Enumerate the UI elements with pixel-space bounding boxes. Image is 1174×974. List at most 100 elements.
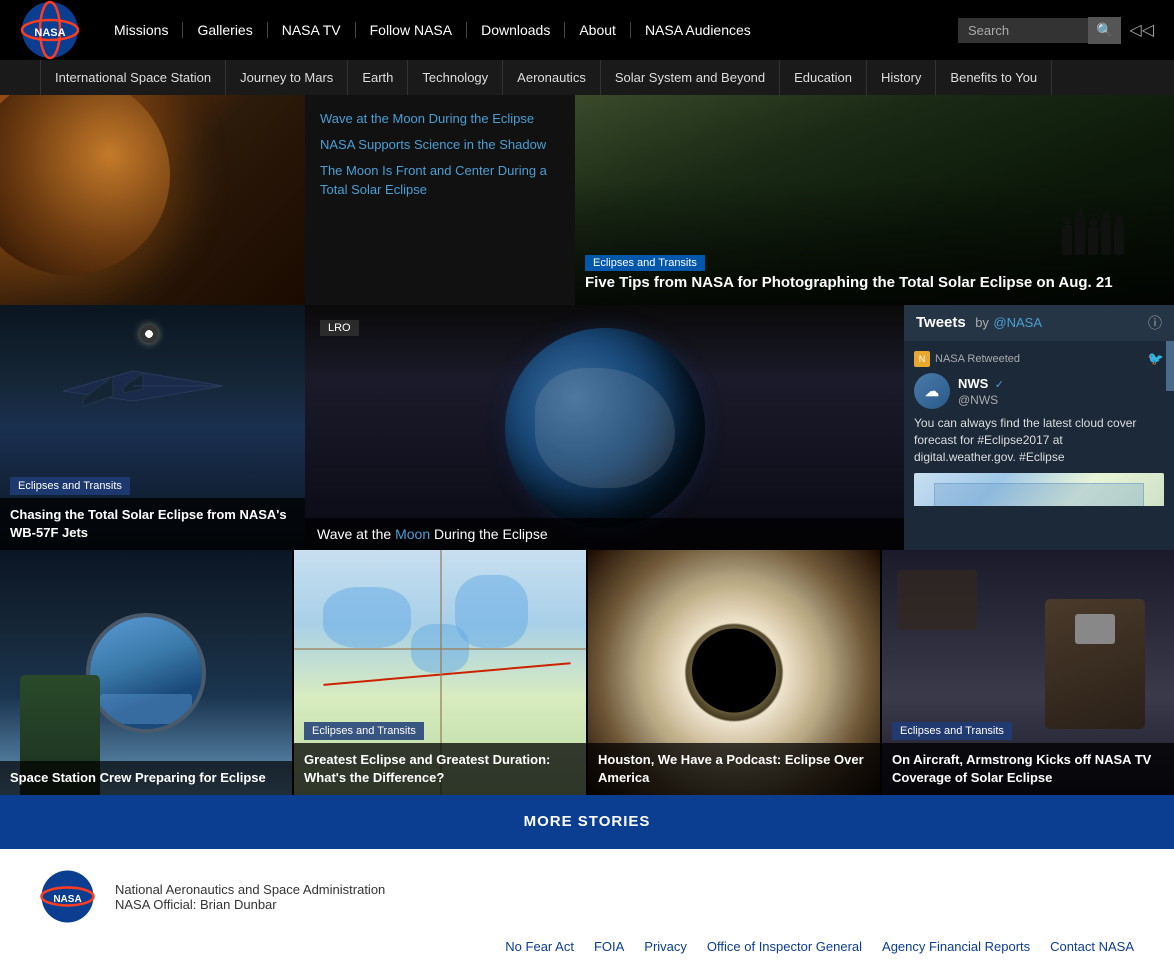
tweets-info-icon: ⓘ [1148,313,1162,333]
card4-title: On Aircraft, Armstrong Kicks off NASA TV… [882,743,1174,795]
map-lake1 [323,587,411,648]
sub-nav: International Space Station Journey to M… [0,60,1174,95]
tweet-text: You can always find the latest cloud cov… [914,415,1164,465]
iss-image [0,550,292,795]
subnav-iss[interactable]: International Space Station [40,60,226,95]
nav-galleries[interactable]: Galleries [183,22,267,38]
subnav-history[interactable]: History [867,60,936,95]
earth-globe [505,328,705,528]
person-aircraft [1045,599,1145,729]
feature-title: Five Tips from NASA for Photographing th… [575,273,1174,301]
nasa-logo[interactable]: NASA [20,0,80,60]
verified-icon: ✓ [995,379,1004,391]
tweets-container: Tweets by @NASA ⓘ N NASA Retweeted 🐦 [904,305,1174,550]
main-content: Wave at the Moon During the Eclipse NASA… [0,95,1174,795]
footer-links: No Fear Act FOIA Privacy Office of Inspe… [40,939,1134,954]
feature-image: Eclipses and Transits Five Tips from NAS… [575,95,1174,305]
nasa-retweet-icon: N [914,351,930,367]
bottom-card-corona[interactable]: Houston, We Have a Podcast: Eclipse Over… [588,550,882,795]
footer-link-fear-act[interactable]: No Fear Act [505,939,574,954]
retweet-label: N NASA Retweeted 🐦 [914,351,1164,367]
tweets-by: by [975,315,989,330]
subnav-solar-system[interactable]: Solar System and Beyond [601,60,780,95]
subnav-benefits[interactable]: Benefits to You [936,60,1052,95]
top-right-feature[interactable]: Eclipses and Transits Five Tips from NAS… [575,95,1174,305]
book-shape [897,570,977,630]
eclipse-plane-card[interactable]: Eclipses and Transits Chasing the Total … [0,305,305,550]
card3-title: Houston, We Have a Podcast: Eclipse Over… [588,743,880,795]
search-input[interactable] [958,18,1088,43]
subnav-technology[interactable]: Technology [408,60,503,95]
avatar-initials: ☁ [925,383,939,400]
footer: NASA National Aeronautics and Space Admi… [0,849,1174,974]
nasa-official: NASA Official: Brian Dunbar [115,897,385,912]
wave-title-pre: Wave at the [317,526,395,542]
search-button[interactable]: 🔍 [1088,17,1121,44]
footer-link-foia[interactable]: FOIA [594,939,624,954]
nav-missions[interactable]: Missions [100,22,183,38]
subnav-aeronautics[interactable]: Aeronautics [503,60,601,95]
search-area: 🔍 ◁◁ [958,17,1154,44]
main-nav: Missions Galleries NASA TV Follow NASA D… [100,22,958,38]
lro-badge: LRO [320,320,359,336]
device-shape [1075,614,1115,644]
footer-top: NASA National Aeronautics and Space Admi… [40,869,1134,924]
tweet-user-handle: @NWS [958,393,1004,407]
more-stories-link[interactable]: MORE STORIES [524,813,651,830]
tweet-user: ☁ NWS ✓ @NWS [914,373,1164,409]
nav-about[interactable]: About [565,22,631,38]
twitter-bird-icon: 🐦 [1148,351,1164,367]
tweet-content-area: N NASA Retweeted 🐦 ☁ NWS ✓ [904,341,1174,506]
iss-window [86,613,206,733]
article-link-3[interactable]: The Moon Is Front and Center During a To… [320,162,560,198]
footer-link-contact[interactable]: Contact NASA [1050,939,1134,954]
nav-follow-nasa[interactable]: Follow NASA [356,22,467,38]
bottom-card-iss[interactable]: Space Station Crew Preparing for Eclipse [0,550,294,795]
tweet-map-image [914,473,1164,506]
tweets-header: Tweets by @NASA ⓘ [904,305,1174,341]
footer-link-financial[interactable]: Agency Financial Reports [882,939,1030,954]
top-row: Wave at the Moon During the Eclipse NASA… [0,95,1174,305]
footer-link-inspector[interactable]: Office of Inspector General [707,939,862,954]
card4-badge: Eclipses and Transits [892,722,1012,740]
tweets-title: Tweets [916,314,966,331]
share-button[interactable]: ◁◁ [1129,20,1154,40]
top-left-image [0,95,305,305]
footer-link-privacy[interactable]: Privacy [644,939,687,954]
bottom-card-map[interactable]: Eclipses and Transits Greatest Eclipse a… [294,550,588,795]
subnav-earth[interactable]: Earth [348,60,408,95]
earth-card[interactable]: LRO Wave at the Moon During the Eclipse [305,305,904,550]
card-badge-mid-left: Eclipses and Transits [10,477,130,495]
tweet-scroll-area: N NASA Retweeted 🐦 ☁ NWS ✓ [904,341,1174,546]
wave-title-link[interactable]: Moon [395,526,430,542]
tweets-handle[interactable]: @NASA [993,315,1042,330]
feature-badge: Eclipses and Transits [585,255,705,271]
bottom-card-aircraft[interactable]: Eclipses and Transits On Aircraft, Armst… [882,550,1174,795]
subnav-education[interactable]: Education [780,60,867,95]
card2-badge: Eclipses and Transits [304,722,424,740]
more-stories-bar[interactable]: MORE STORIES [0,795,1174,849]
nav-nasa-tv[interactable]: NASA TV [268,22,356,38]
card-title-mid-left: Chasing the Total Solar Eclipse from NAS… [0,498,305,550]
tweets-panel: Tweets by @NASA ⓘ N NASA Retweeted 🐦 [904,305,1174,550]
mid-row: Eclipses and Transits Chasing the Total … [0,305,1174,550]
article-link-1[interactable]: Wave at the Moon During the Eclipse [320,110,560,128]
tweet-user-name: NWS [958,376,988,391]
wave-title-post: During the Eclipse [430,526,548,542]
nav-nasa-audiences[interactable]: NASA Audiences [631,22,765,38]
card2-title: Greatest Eclipse and Greatest Duration: … [294,743,586,795]
people-silhouette [1062,209,1124,255]
retweet-text: NASA Retweeted [935,353,1020,365]
nav-downloads[interactable]: Downloads [467,22,565,38]
card-title-earth: Wave at the Moon During the Eclipse [305,518,904,550]
footer-info: National Aeronautics and Space Administr… [115,882,385,912]
scrollbar-thumb[interactable] [1166,341,1174,391]
footer-logo: NASA [40,869,95,924]
svg-text:NASA: NASA [53,894,81,905]
card1-title: Space Station Crew Preparing for Eclipse [0,761,292,795]
corona-svg [634,570,834,770]
plane-svg [53,341,253,441]
top-center-panel: Wave at the Moon During the Eclipse NASA… [305,95,575,305]
subnav-mars[interactable]: Journey to Mars [226,60,348,95]
article-link-2[interactable]: NASA Supports Science in the Shadow [320,136,560,154]
